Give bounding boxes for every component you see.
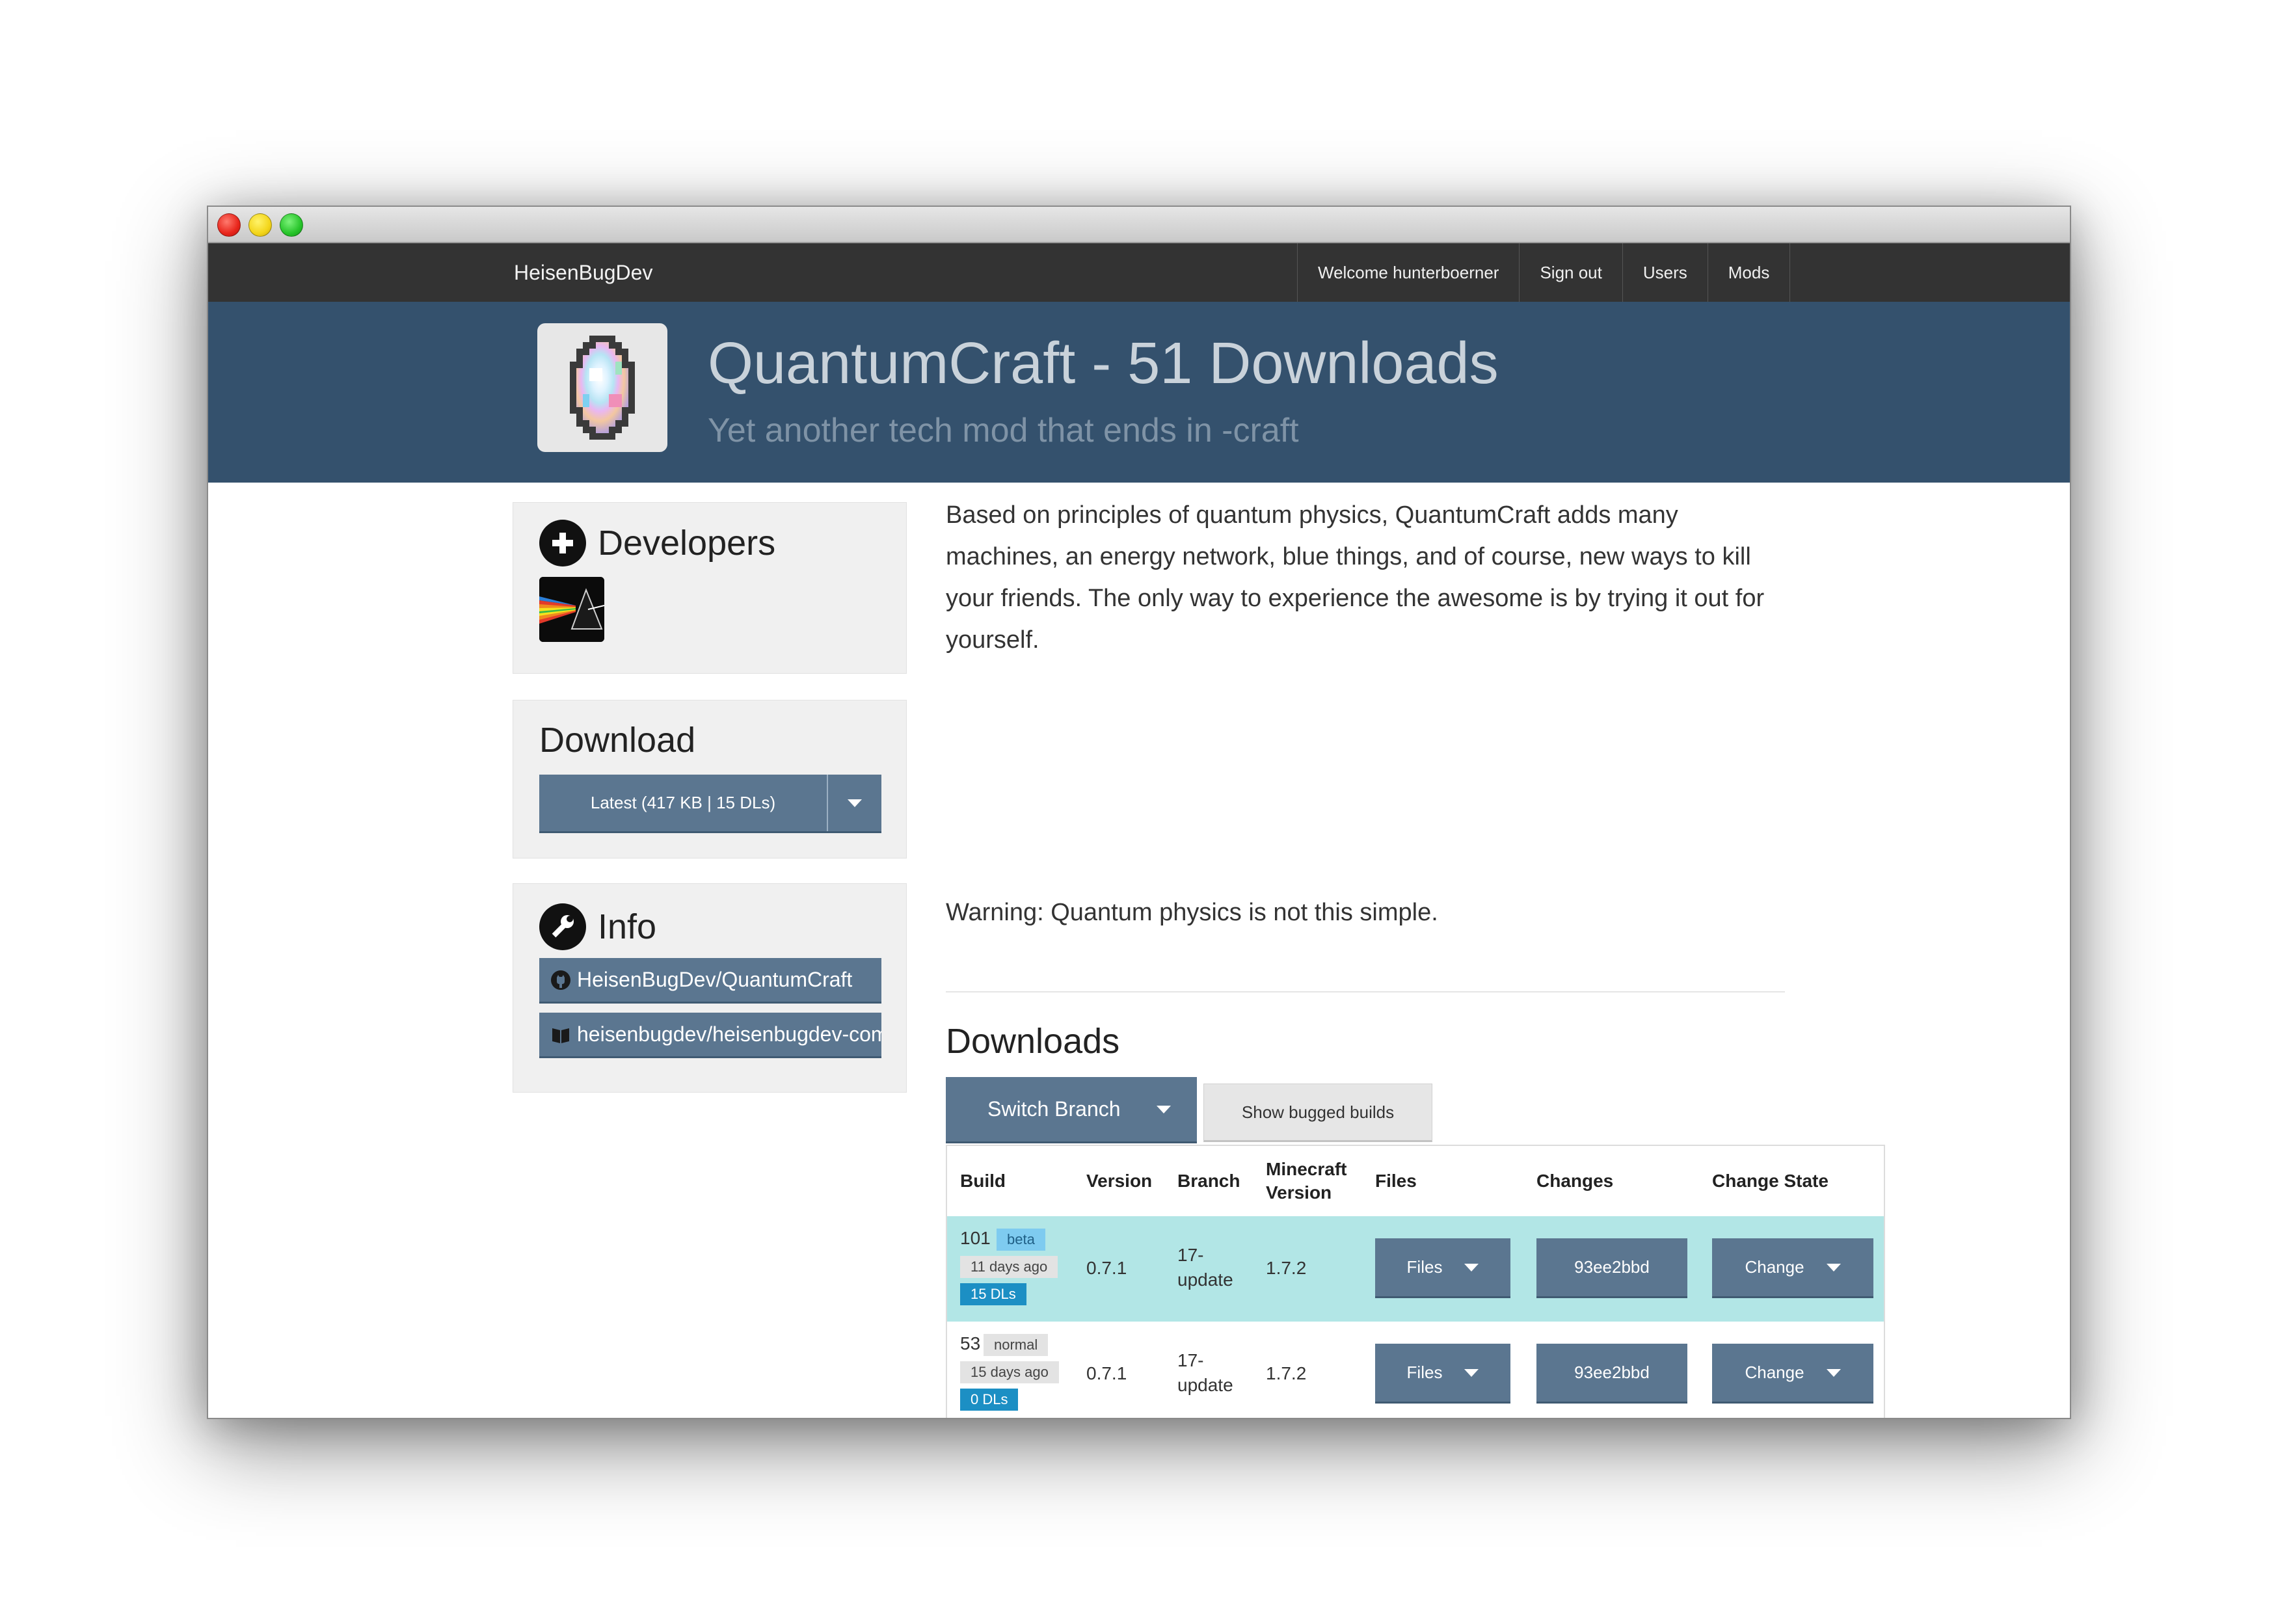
minimize-window-button[interactable] [248,213,272,237]
col-changes: Changes [1536,1171,1614,1191]
files-label: Files [1406,1257,1443,1277]
mod-logo [537,323,667,452]
col-build: Build [960,1171,1006,1191]
developer-avatar[interactable] [539,577,604,642]
commit-link-button[interactable]: 93ee2bbd [1536,1344,1687,1404]
divider [946,991,1785,992]
developers-heading: Developers [539,520,775,566]
build-branch-line2: update [1177,1375,1233,1395]
switch-branch-button[interactable]: Switch Branch [946,1077,1197,1143]
chevron-down-icon [1464,1368,1479,1377]
build-type-badge: normal [984,1334,1049,1356]
book-icon [550,1024,572,1046]
chevron-down-icon [1826,1368,1841,1377]
table-row: 101 beta 11 days ago 15 DLs 0.7.1 17- up… [947,1216,1884,1322]
build-number: 101 [960,1228,991,1248]
nav-sign-out[interactable]: Sign out [1520,243,1623,302]
commit-link-button[interactable]: 93ee2bbd [1536,1238,1687,1298]
info-panel: Info HeisenBugDev/QuantumCraft heisenbug… [513,883,907,1093]
github-repo-label: HeisenBugDev/QuantumCraft [577,968,853,991]
browser-window: HeisenBugDev Welcome hunterboerner Sign … [207,206,2071,1419]
prism-icon [539,577,604,642]
build-branch-line1: 17- [1177,1245,1204,1265]
chevron-down-icon [1157,1105,1171,1113]
downloads-heading: Downloads [946,1022,1120,1061]
download-count-badge: 15 DLs [960,1283,1026,1305]
switch-branch-label: Switch Branch [987,1097,1121,1121]
wiki-repo-link[interactable]: heisenbugdev/heisenbugdev-com [539,1013,881,1058]
minecraft-version: 1.7.2 [1266,1258,1307,1278]
nav-menu: Welcome hunterboerner Sign out Users Mod… [1297,243,1791,302]
files-dropdown-button[interactable]: Files [1375,1344,1510,1404]
nav-users[interactable]: Users [1623,243,1708,302]
window-titlebar [208,207,2070,243]
download-latest-button[interactable]: Latest (417 KB | 15 DLs) [539,775,881,833]
minecraft-version: 1.7.2 [1266,1363,1307,1383]
col-branch: Branch [1177,1171,1240,1191]
files-dropdown-button[interactable]: Files [1375,1238,1510,1298]
description-text: Based on principles of quantum physics, … [946,501,1765,654]
chevron-down-icon [848,799,862,807]
change-state-button[interactable]: Change [1712,1238,1873,1298]
col-minecraft-version-line2: Version [1266,1182,1332,1203]
change-label: Change [1745,1363,1804,1382]
col-files: Files [1375,1171,1417,1191]
warning-text: Warning: Quantum physics is not this sim… [946,899,1438,926]
page-title: QuantumCraft - 51 Downloads [708,331,1499,396]
wiki-repo-label: heisenbugdev/heisenbugdev-com [577,1022,881,1046]
top-navbar: HeisenBugDev Welcome hunterboerner Sign … [208,243,2070,302]
change-label: Change [1745,1257,1804,1277]
info-heading-label: Info [598,907,657,946]
chevron-down-icon [1464,1263,1479,1271]
col-minecraft-version-line1: Minecraft [1266,1159,1347,1179]
change-state-button[interactable]: Change [1712,1344,1873,1404]
developers-heading-label: Developers [598,524,776,563]
show-bugged-builds-button[interactable]: Show bugged builds [1203,1084,1432,1142]
build-branch-line2: update [1177,1270,1233,1290]
gem-icon [570,336,635,440]
build-version: 0.7.1 [1086,1363,1127,1383]
download-heading: Download [539,721,696,760]
files-label: Files [1406,1363,1443,1382]
download-options-dropdown[interactable] [828,775,881,831]
info-heading: Info [539,903,656,950]
github-repo-link[interactable]: HeisenBugDev/QuantumCraft [539,958,881,1004]
close-window-button[interactable] [217,213,241,237]
build-type-badge: beta [997,1229,1045,1251]
chevron-down-icon [1826,1263,1841,1271]
developers-panel: Developers [513,502,907,674]
plus-icon[interactable] [539,520,586,566]
download-latest-label[interactable]: Latest (417 KB | 15 DLs) [539,775,828,831]
build-version: 0.7.1 [1086,1258,1127,1278]
download-panel: Download Latest (417 KB | 15 DLs) [513,700,907,859]
nav-welcome-user[interactable]: Welcome hunterboerner [1298,243,1520,302]
nav-mods[interactable]: Mods [1708,243,1791,302]
brand-link[interactable]: HeisenBugDev [514,243,652,302]
build-age-badge: 11 days ago [960,1256,1058,1278]
download-count-badge: 0 DLs [960,1389,1019,1411]
build-branch-line1: 17- [1177,1350,1204,1370]
col-version: Version [1086,1171,1153,1191]
table-row: 53 normal 15 days ago 0 DLs 0.7.1 17- up… [947,1322,1884,1418]
build-age-badge: 15 days ago [960,1361,1059,1383]
maximize-window-button[interactable] [280,213,303,237]
github-icon [550,969,572,991]
page-subtitle: Yet another tech mod that ends in -craft [708,412,1299,449]
col-change-state: Change State [1712,1171,1829,1191]
build-number: 53 [960,1333,981,1353]
wrench-icon [539,903,586,950]
mod-description: Based on principles of quantum physics, … [946,494,1791,661]
builds-table: Build Version Branch Minecraft Version F… [946,1145,1885,1418]
mod-header: QuantumCraft - 51 Downloads Yet another … [208,302,2070,483]
